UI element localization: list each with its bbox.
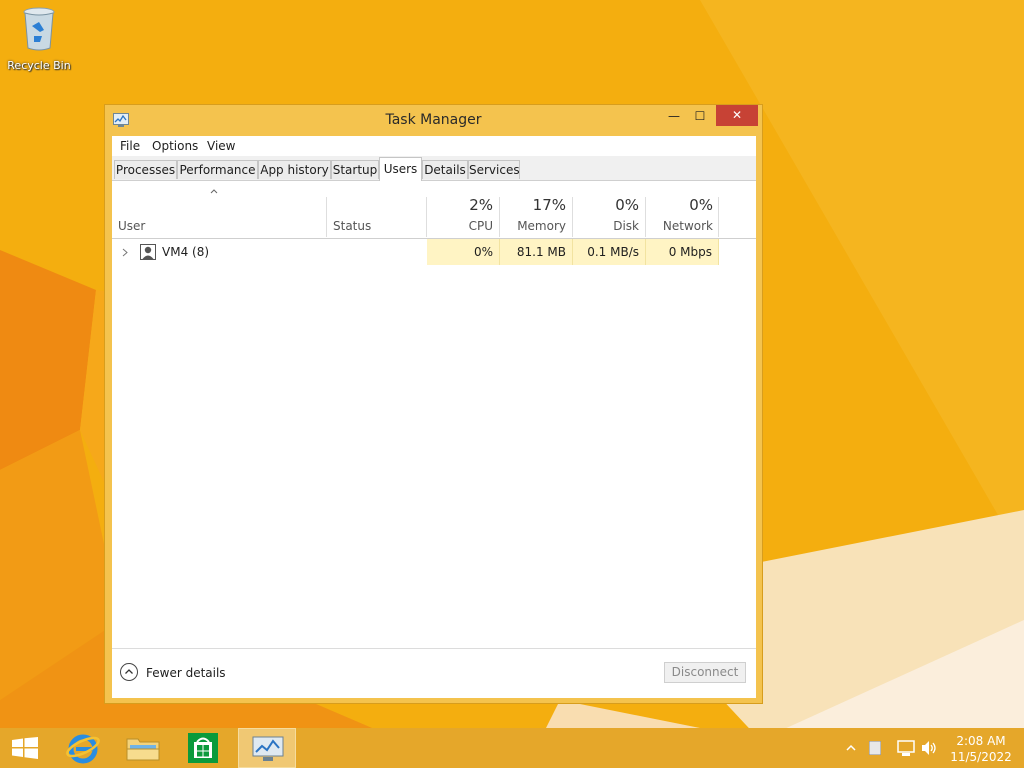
column-status[interactable]: Status — [333, 219, 371, 233]
tab-app-history[interactable]: App history — [258, 160, 331, 179]
network-icon[interactable] — [897, 739, 915, 757]
memory-cell: 81.1 MB — [500, 239, 573, 265]
column-divider — [572, 197, 573, 237]
start-button[interactable] — [0, 728, 54, 768]
column-divider — [326, 197, 327, 237]
column-divider — [426, 197, 427, 237]
close-button[interactable]: ✕ — [716, 105, 758, 126]
table-row[interactable]: VM4 (8) 0% 81.1 MB 0.1 MB/s 0 Mbps — [112, 239, 756, 265]
cpu-total-percent: 2% — [469, 196, 493, 214]
column-divider — [499, 197, 500, 237]
column-cpu[interactable]: CPU — [442, 219, 493, 233]
speaker-icon[interactable] — [921, 740, 937, 756]
column-disk[interactable]: Disk — [585, 219, 639, 233]
store-icon — [188, 733, 218, 763]
window-client-area: File Options View Processes Performance … — [112, 136, 756, 698]
windows-logo-icon — [12, 737, 38, 759]
internet-explorer-icon — [66, 734, 100, 764]
task-manager-taskbar-icon — [252, 736, 284, 761]
row-memory: 81.1 MB — [516, 245, 566, 259]
cpu-cell: 0% — [427, 239, 500, 265]
recycle-bin-label: Recycle Bin — [7, 59, 71, 72]
column-divider — [718, 197, 719, 237]
footer-bar: Fewer details Disconnect — [112, 648, 756, 698]
desktop: Recycle Bin Task Manager — ☐ ✕ File Opti… — [0, 0, 1024, 768]
tab-services[interactable]: Services — [468, 160, 520, 179]
disk-cell: 0.1 MB/s — [573, 239, 646, 265]
folder-icon — [126, 738, 160, 761]
sort-up-icon — [210, 189, 218, 194]
column-memory[interactable]: Memory — [502, 219, 566, 233]
row-disk: 0.1 MB/s — [587, 245, 639, 259]
row-network: 0 Mbps — [668, 245, 712, 259]
recycle-bin-shortcut[interactable]: Recycle Bin — [4, 6, 74, 72]
menu-bar: File Options View — [112, 136, 756, 156]
fewer-details-label: Fewer details — [146, 666, 226, 680]
task-manager-taskbar-button[interactable] — [238, 728, 296, 768]
internet-explorer-button[interactable] — [56, 728, 110, 768]
title-bar[interactable]: Task Manager — ☐ ✕ — [105, 105, 762, 135]
menu-options[interactable]: Options — [152, 139, 198, 153]
chevron-up-icon — [125, 669, 133, 674]
recycle-bin-icon — [23, 7, 55, 51]
fewer-details-circle — [120, 663, 138, 681]
user-avatar-icon — [140, 244, 156, 260]
taskbar: 2:08 AM 11/5/2022 — [0, 728, 1024, 768]
task-manager-window: Task Manager — ☐ ✕ File Options View Pro… — [104, 104, 763, 704]
column-user[interactable]: User — [118, 219, 145, 233]
column-header: User Status 2% CPU 17% Memory 0% Disk 0%… — [112, 181, 756, 239]
menu-file[interactable]: File — [120, 139, 140, 153]
action-center-flag-icon[interactable] — [869, 741, 881, 755]
menu-view[interactable]: View — [207, 139, 235, 153]
maximize-button[interactable]: ☐ — [688, 106, 712, 126]
minimize-button[interactable]: — — [662, 106, 686, 126]
show-hidden-icons-icon[interactable] — [846, 744, 856, 752]
network-total-percent: 0% — [689, 196, 713, 214]
tab-startup[interactable]: Startup — [331, 160, 379, 179]
file-explorer-button[interactable] — [116, 728, 170, 768]
tab-processes[interactable]: Processes — [114, 160, 177, 179]
tab-strip: Processes Performance App history Startu… — [112, 156, 756, 181]
clock-date[interactable]: 11/5/2022 — [944, 750, 1018, 764]
disconnect-button[interactable]: Disconnect — [664, 662, 746, 683]
memory-total-percent: 17% — [532, 196, 566, 214]
network-cell: 0 Mbps — [646, 239, 719, 265]
column-divider — [645, 197, 646, 237]
expand-arrow-icon[interactable] — [122, 248, 128, 257]
tab-details[interactable]: Details — [422, 160, 468, 179]
row-user-name: VM4 (8) — [162, 245, 210, 259]
column-network[interactable]: Network — [652, 219, 713, 233]
store-button[interactable] — [176, 728, 230, 768]
disk-total-percent: 0% — [615, 196, 639, 214]
row-cpu: 0% — [473, 245, 493, 259]
tab-users[interactable]: Users — [379, 157, 422, 181]
clock-time[interactable]: 2:08 AM — [944, 734, 1018, 748]
fewer-details-button[interactable]: Fewer details — [120, 663, 230, 683]
tab-performance[interactable]: Performance — [177, 160, 258, 179]
